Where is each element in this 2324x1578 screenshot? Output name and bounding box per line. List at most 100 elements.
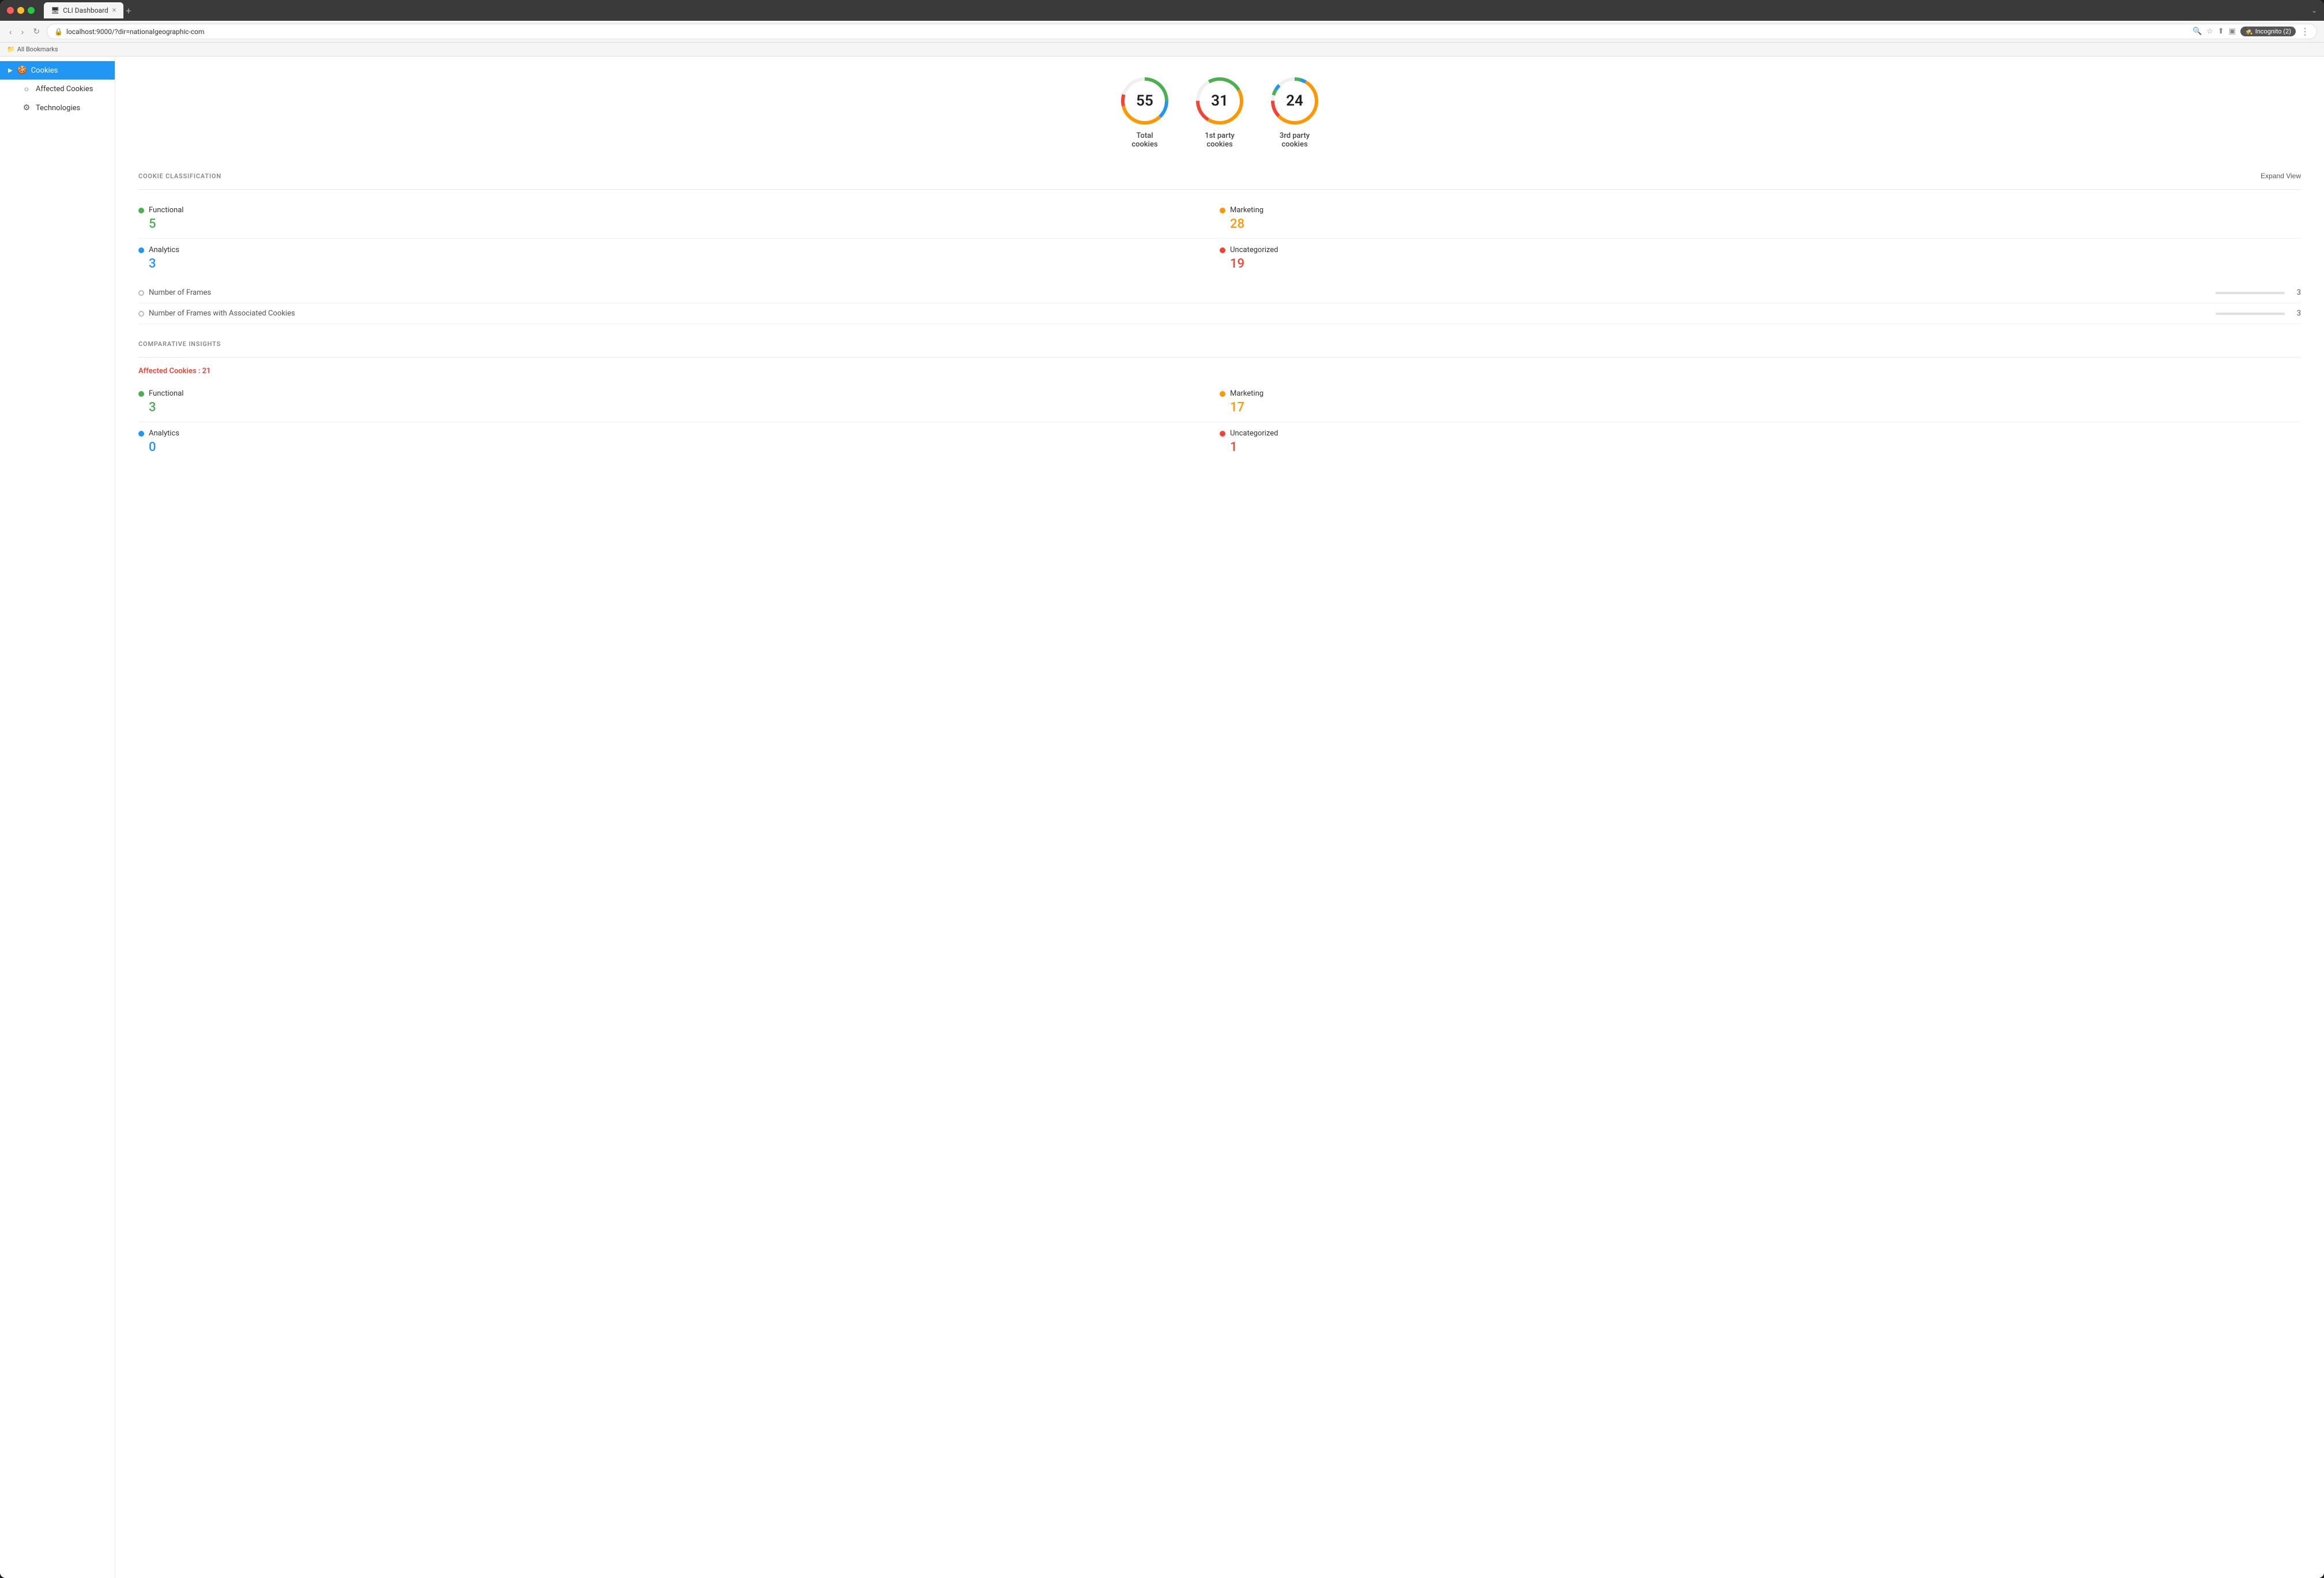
comp-marketing-label: Marketing [1220, 389, 2301, 398]
new-tab-button[interactable]: + [126, 5, 131, 16]
window-controls: ⌄ [2311, 6, 2317, 14]
frames-label-associated: Number of Frames with Associated Cookies [149, 309, 2211, 318]
star-icon[interactable]: ☆ [2206, 27, 2213, 36]
affected-cookies-icon: ○ [22, 84, 31, 94]
stat-total-cookies: 55 Total cookies [1119, 75, 1171, 149]
first-party-chart: 31 [1194, 75, 1246, 127]
analytics-count: 3 [138, 257, 1220, 271]
share-icon[interactable]: ⬆ [2218, 27, 2224, 36]
comp-functional-label: Functional [138, 389, 1220, 398]
stats-row: 55 Total cookies [138, 70, 2301, 149]
marketing-text: Marketing [1230, 206, 1263, 215]
comp-analytics-count: 0 [138, 440, 1220, 454]
browser-titlebar: 🖥 CLI Dashboard ✕ + ⌄ [0, 0, 2324, 21]
marketing-count: 28 [1220, 217, 2301, 231]
uncategorized-text: Uncategorized [1230, 246, 1278, 254]
classification-marketing: Marketing 28 [1220, 199, 2301, 239]
maximize-button[interactable] [28, 7, 35, 14]
comparative-section-header: COMPARATIVE INSIGHTS [138, 340, 2301, 348]
comparative-grid: Functional 3 Marketing 17 [138, 382, 2301, 461]
comp-uncategorized: Uncategorized 1 [1220, 422, 2301, 461]
classification-divider [138, 189, 2301, 190]
cookie-classification-section: COOKIE CLASSIFICATION Expand View Functi… [138, 172, 2301, 324]
comparative-section-title: COMPARATIVE INSIGHTS [138, 340, 221, 348]
classification-uncategorized: Uncategorized 19 [1220, 239, 2301, 278]
classification-functional: Functional 5 [138, 199, 1220, 239]
frames-count-associated: 3 [2289, 309, 2301, 318]
incognito-label: Incognito (2) [2255, 28, 2291, 35]
classification-analytics: Analytics 3 [138, 239, 1220, 278]
comp-analytics-text: Analytics [149, 429, 179, 438]
first-party-value: 31 [1211, 92, 1228, 110]
url-text: localhost:9000/?dir=nationalgeographic-c… [66, 28, 204, 36]
tab-bar: 🖥 CLI Dashboard ✕ + [44, 2, 2307, 18]
traffic-lights [7, 7, 35, 14]
frames-count-total: 3 [2289, 288, 2301, 297]
main-content: 55 Total cookies [115, 57, 2324, 1578]
sidebar-cookies-label: Cookies [31, 66, 58, 75]
more-options-icon[interactable]: ⋮ [2300, 26, 2310, 37]
comp-uncategorized-dot [1220, 431, 1225, 437]
incognito-icon: 🕵 [2245, 28, 2253, 35]
functional-count: 5 [138, 217, 1220, 231]
sidebar-item-cookies[interactable]: ▶ 🍪 Cookies [0, 61, 115, 80]
sidebar: ▶ 🍪 Cookies ○ Affected Cookies ⚙ Technol… [0, 57, 115, 1578]
comp-functional: Functional 3 [138, 382, 1220, 422]
marketing-dot [1220, 208, 1225, 213]
uncategorized-dot [1220, 247, 1225, 253]
incognito-badge: 🕵 Incognito (2) [2240, 27, 2296, 36]
active-tab[interactable]: 🖥 CLI Dashboard ✕ [44, 2, 123, 18]
lock-icon: 🔒 [54, 28, 63, 36]
functional-text: Functional [149, 206, 183, 215]
back-button[interactable]: ‹ [7, 26, 14, 37]
sidebar-technologies-label: Technologies [36, 104, 80, 112]
third-party-chart: 24 [1269, 75, 1321, 127]
comp-marketing: Marketing 17 [1220, 382, 2301, 422]
classification-grid: Functional 5 Marketing 28 [138, 199, 2301, 278]
frames-label-total: Number of Frames [149, 288, 2211, 297]
analytics-dot [138, 247, 144, 253]
tab-favicon: 🖥 [51, 6, 59, 14]
sidebar-item-affected-cookies[interactable]: ○ Affected Cookies [0, 80, 115, 99]
comparative-insights-section: COMPARATIVE INSIGHTS Affected Cookies : … [138, 340, 2301, 461]
total-cookies-value: 55 [1136, 92, 1153, 110]
close-button[interactable] [7, 7, 14, 14]
minimize-button[interactable] [17, 7, 24, 14]
analytics-label: Analytics [138, 246, 1220, 254]
third-party-value: 24 [1286, 92, 1303, 110]
sidebar-expand-arrow: ▶ [8, 67, 13, 74]
zoom-icon: 🔍 [2193, 27, 2202, 36]
technologies-icon: ⚙ [22, 103, 31, 112]
affected-cookies-label: Affected Cookies : 21 [138, 367, 2301, 375]
comparative-divider [138, 357, 2301, 358]
browser-window: 🖥 CLI Dashboard ✕ + ⌄ ‹ › ↻ 🔒 localhost:… [0, 0, 2324, 1578]
classification-section-header: COOKIE CLASSIFICATION Expand View [138, 172, 2301, 180]
frames-bar-total [2216, 292, 2285, 294]
comp-functional-dot [138, 391, 144, 397]
bookmarks-folder-icon: 📁 [7, 46, 15, 53]
comp-uncategorized-count: 1 [1220, 440, 2301, 454]
comp-analytics: Analytics 0 [138, 422, 1220, 461]
comp-analytics-label: Analytics [138, 429, 1220, 438]
comp-analytics-dot [138, 431, 144, 437]
first-party-label: 1st party cookies [1205, 132, 1235, 149]
bookmarks-bar: 📁 All Bookmarks [0, 43, 2324, 57]
uncategorized-count: 19 [1220, 257, 2301, 271]
url-bar[interactable]: 🔒 localhost:9000/?dir=nationalgeographic… [47, 24, 2317, 39]
analytics-text: Analytics [149, 246, 179, 254]
uncategorized-label: Uncategorized [1220, 246, 2301, 254]
forward-button[interactable]: › [19, 26, 27, 37]
app-layout: ▶ 🍪 Cookies ○ Affected Cookies ⚙ Technol… [0, 57, 2324, 1578]
sidebar-item-technologies[interactable]: ⚙ Technologies [0, 99, 115, 117]
tab-close-button[interactable]: ✕ [112, 7, 116, 14]
frames-section: Number of Frames 3 Number of Frames with… [138, 283, 2301, 324]
frames-bar-associated [2216, 313, 2285, 315]
classification-section-title: COOKIE CLASSIFICATION [138, 172, 221, 180]
comp-marketing-dot [1220, 391, 1225, 397]
expand-view-button[interactable]: Expand View [2261, 172, 2301, 180]
third-party-label: 3rd party cookies [1280, 132, 1310, 149]
frames-dot-2 [138, 311, 144, 317]
cookies-icon: 🍪 [17, 66, 27, 75]
reload-button[interactable]: ↻ [31, 25, 42, 37]
sidebar-toggle-icon[interactable]: ▣ [2229, 27, 2236, 36]
